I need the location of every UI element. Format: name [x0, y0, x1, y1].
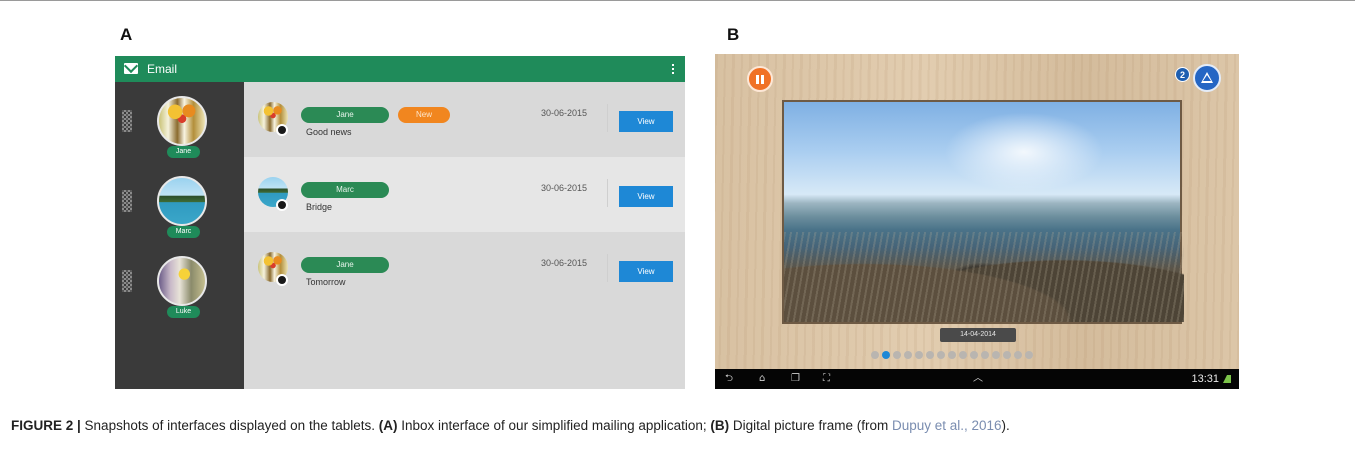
- screenshot-icon[interactable]: ⛶: [823, 374, 830, 384]
- picture-frame-screenshot: 2 14-04-2014 ⮌ ⌂ ❐ ⛶ ︿ 13:31: [715, 54, 1239, 389]
- message-date: 30-06-2015: [541, 183, 588, 193]
- contact-item[interactable]: Jane: [115, 88, 244, 168]
- slide-dot[interactable]: [871, 351, 879, 359]
- status-time: 13:31: [1191, 373, 1219, 385]
- caption-intro: Snapshots of interfaces displayed on the…: [80, 418, 379, 433]
- slide-dot[interactable]: [959, 351, 967, 359]
- avatar: [157, 176, 207, 226]
- slide-dot[interactable]: [1014, 351, 1022, 359]
- slide-dot[interactable]: [1025, 351, 1033, 359]
- message-row[interactable]: Jane Tomorrow 30-06-2015 View: [244, 232, 685, 307]
- slide-indicator: [871, 351, 1033, 361]
- sender-pill: Jane: [301, 107, 389, 123]
- back-icon[interactable]: ⮌: [725, 374, 733, 384]
- slide-dot-active[interactable]: [882, 351, 890, 359]
- app-title: Email: [147, 62, 178, 76]
- panel-a-label: A: [120, 25, 133, 44]
- caption-end: ).: [1001, 418, 1010, 433]
- photo-city: [784, 232, 1184, 322]
- app-header: Email: [115, 56, 685, 82]
- drag-handle-icon[interactable]: [122, 110, 132, 132]
- slide-dot[interactable]: [981, 351, 989, 359]
- overflow-menu-icon[interactable]: [672, 64, 674, 74]
- slide-dot[interactable]: [1003, 351, 1011, 359]
- email-app-screenshot: Email Jane Marc Luke Jane New Good news …: [115, 56, 685, 389]
- avatar: [157, 256, 207, 306]
- home-icon[interactable]: ⌂: [759, 374, 765, 384]
- drag-handle-icon[interactable]: [122, 190, 132, 212]
- message-date: 30-06-2015: [541, 258, 588, 268]
- divider: [607, 104, 608, 132]
- warning-triangle-inner: [1203, 75, 1211, 81]
- slide-dot[interactable]: [937, 351, 945, 359]
- notification-count: 2: [1175, 67, 1190, 82]
- figure-label: FIGURE 2 |: [11, 418, 81, 433]
- message-subject: Good news: [306, 127, 352, 137]
- caption-b-text: Digital picture frame (from: [729, 418, 892, 433]
- contact-name: Jane: [167, 146, 200, 158]
- status-badge: [276, 124, 288, 136]
- message-list: Jane New Good news 30-06-2015 View Marc …: [244, 82, 685, 389]
- sender-pill: Jane: [301, 257, 389, 273]
- warning-icon[interactable]: [1193, 64, 1221, 92]
- caption-b-marker: (B): [710, 418, 730, 433]
- panel-b-label: B: [727, 25, 740, 44]
- sender-pill: Marc: [301, 182, 389, 198]
- slide-dot[interactable]: [893, 351, 901, 359]
- signal-icon: [1223, 375, 1231, 383]
- view-button[interactable]: View: [619, 261, 673, 282]
- displayed-photo: [782, 100, 1184, 324]
- message-row[interactable]: Jane New Good news 30-06-2015 View: [244, 82, 685, 157]
- photo-date: 14-04-2014: [940, 328, 1016, 342]
- slide-dot[interactable]: [948, 351, 956, 359]
- recent-apps-icon[interactable]: ❐: [791, 374, 800, 384]
- figure: A B Email Jane Marc Luke Jane New Good n…: [0, 0, 1355, 452]
- message-subject: Tomorrow: [306, 277, 346, 287]
- message-date: 30-06-2015: [541, 108, 588, 118]
- divider: [607, 179, 608, 207]
- view-button[interactable]: View: [619, 111, 673, 132]
- caption-a-marker: (A): [378, 418, 398, 433]
- status-badge: [276, 274, 288, 286]
- contact-name: Luke: [167, 306, 200, 318]
- contact-item[interactable]: Marc: [115, 168, 244, 248]
- slide-dot[interactable]: [992, 351, 1000, 359]
- contact-name: Marc: [167, 226, 200, 238]
- new-badge: New: [398, 107, 450, 123]
- caption-a-text: Inbox interface of our simplified mailin…: [397, 418, 711, 433]
- slide-dot[interactable]: [926, 351, 934, 359]
- chevron-up-icon[interactable]: ︿: [973, 374, 983, 384]
- message-subject: Bridge: [306, 202, 333, 212]
- divider: [607, 254, 608, 282]
- view-button[interactable]: View: [619, 186, 673, 207]
- citation-link[interactable]: Dupuy et al., 2016: [892, 418, 1002, 433]
- contact-item[interactable]: Luke: [115, 248, 244, 328]
- slide-dot[interactable]: [915, 351, 923, 359]
- status-badge: [276, 199, 288, 211]
- message-row[interactable]: Marc Bridge 30-06-2015 View: [244, 157, 685, 232]
- mail-icon: [124, 63, 138, 74]
- slide-dot[interactable]: [904, 351, 912, 359]
- photo-cloud: [944, 112, 1104, 192]
- drag-handle-icon[interactable]: [122, 270, 132, 292]
- avatar: [157, 96, 207, 146]
- figure-caption: FIGURE 2 | Snapshots of interfaces displ…: [11, 418, 1351, 433]
- system-nav-bar: ⮌ ⌂ ❐ ⛶ ︿ 13:31: [715, 369, 1239, 389]
- contacts-sidebar: Jane Marc Luke: [115, 82, 244, 389]
- pause-icon[interactable]: [747, 66, 773, 92]
- slide-dot[interactable]: [970, 351, 978, 359]
